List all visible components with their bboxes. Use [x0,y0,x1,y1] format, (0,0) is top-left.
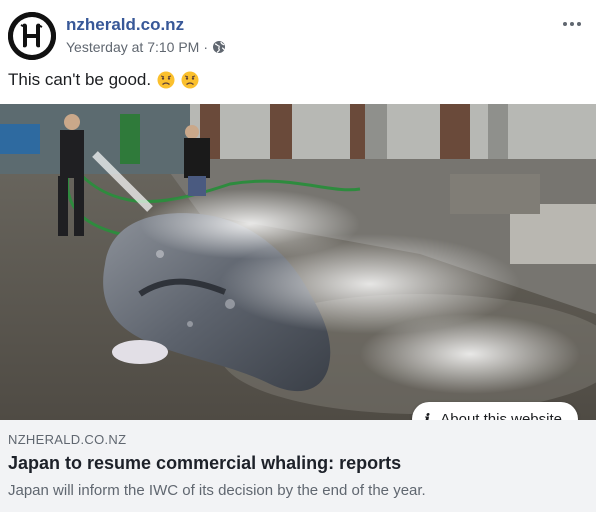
post-meta: Yesterday at 7:10 PM · [66,39,226,55]
post-header: nzherald.co.nz Yesterday at 7:10 PM · [8,12,592,60]
whale-photo [0,104,596,420]
nzherald-logo-icon [8,12,56,60]
page-avatar[interactable] [8,12,56,60]
post-timestamp[interactable]: Yesterday at 7:10 PM [66,39,199,55]
frowning-face-icon [157,71,175,89]
post-message: This can't be good. [8,70,199,90]
dot [563,22,567,26]
link-preview-image[interactable] [0,104,596,420]
link-title[interactable]: Japan to resume commercial whaling: repo… [8,453,401,474]
link-preview-card[interactable]: NZHERALD.CO.NZ Japan to resume commercia… [0,420,596,512]
link-description: Japan will inform the IWC of its decisio… [8,482,426,499]
meta-separator: · [203,39,209,55]
link-domain: NZHERALD.CO.NZ [8,432,127,447]
more-options-icon[interactable] [560,14,584,34]
page-name-link[interactable]: nzherald.co.nz [66,15,184,35]
frowning-face-icon [181,71,199,89]
globe-icon[interactable] [212,40,226,54]
post-message-text: This can't be good. [8,70,152,89]
dot [577,22,581,26]
facebook-post: nzherald.co.nz Yesterday at 7:10 PM · Th… [0,0,600,512]
dot [570,22,574,26]
